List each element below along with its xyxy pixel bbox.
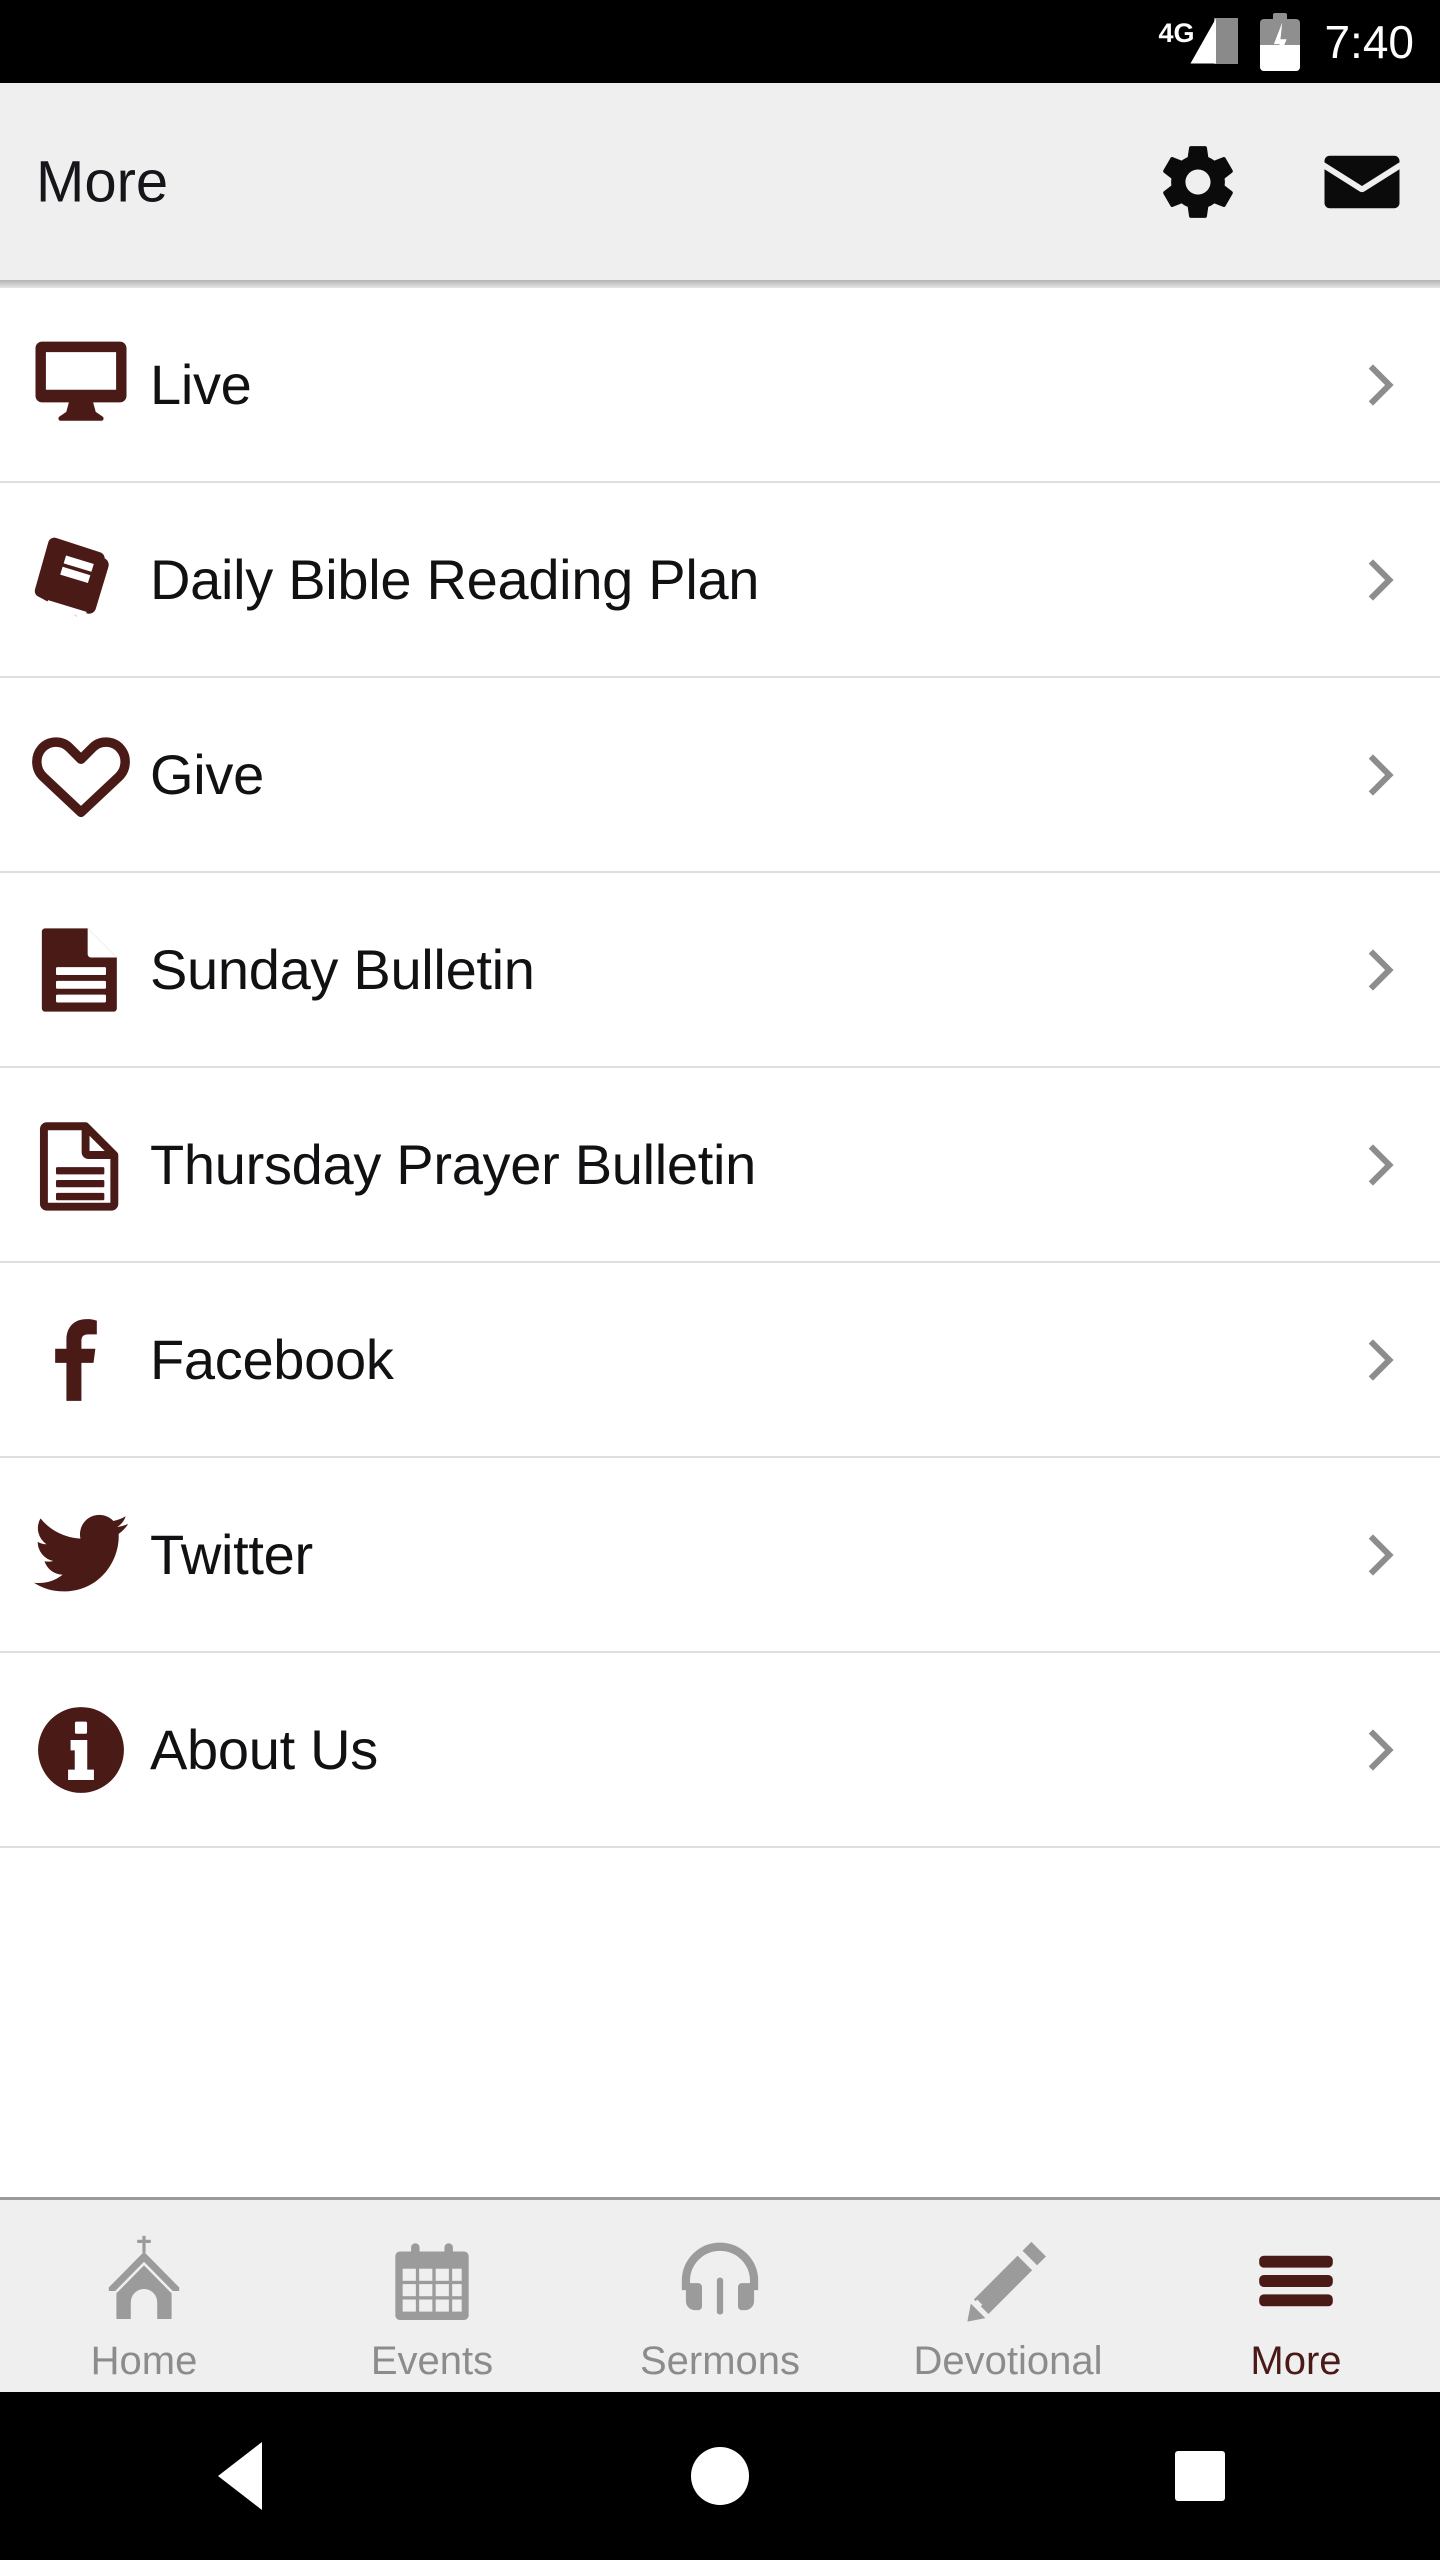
- tab-label: Sermons: [639, 2339, 801, 2383]
- list-item-label: Twitter: [150, 1523, 313, 1586]
- chevron-right-icon: [1368, 753, 1394, 796]
- row-icon: [0, 287, 150, 482]
- page-title: More: [36, 149, 169, 214]
- tab-devotional[interactable]: Devotional: [864, 2200, 1152, 2392]
- tab-home[interactable]: Home: [0, 2200, 288, 2392]
- list-item-label: Daily Bible Reading Plan: [150, 548, 760, 611]
- row-icon: [0, 1652, 150, 1847]
- list-item-label: Live: [150, 353, 252, 416]
- row-chevron: [1320, 747, 1440, 803]
- twitter-icon: [33, 1514, 129, 1591]
- headphones-icon: [681, 2242, 759, 2315]
- church-icon: [108, 2235, 180, 2319]
- row-icon: [0, 1262, 150, 1457]
- row-chevron: [1320, 1722, 1440, 1778]
- tab-label: Home: [90, 2339, 198, 2383]
- system-home-button[interactable]: [620, 2392, 820, 2560]
- list-item-label: Give: [150, 743, 264, 806]
- chevron-right-icon: [1368, 948, 1394, 991]
- list-item[interactable]: Daily Bible Reading Plan: [0, 483, 1440, 678]
- hamburger-icon: [1259, 2255, 1333, 2307]
- info-circle-icon: [38, 1706, 124, 1793]
- list-item[interactable]: Live: [0, 288, 1440, 483]
- document-outline-icon: [39, 1121, 119, 1211]
- battery-charging-icon: [1260, 12, 1301, 71]
- settings-button[interactable]: [1152, 136, 1244, 228]
- network-type-label: 4G: [1158, 17, 1195, 48]
- pencil-icon: [967, 2241, 1046, 2322]
- row-chevron: [1320, 1332, 1440, 1388]
- home-circle-icon: [691, 2447, 749, 2505]
- tab-sermons[interactable]: Sermons: [576, 2200, 864, 2392]
- row-icon: [0, 677, 150, 872]
- document-filled-icon: [41, 927, 117, 1012]
- list-item-label: Thursday Prayer Bulletin: [150, 1133, 756, 1196]
- row-chevron: [1320, 357, 1440, 413]
- tab-icon: [388, 2219, 476, 2327]
- list-item[interactable]: Thursday Prayer Bulletin: [0, 1068, 1440, 1263]
- list-item-label: About Us: [150, 1718, 378, 1781]
- list-item-label: Facebook: [150, 1328, 394, 1391]
- heart-outline-icon: [32, 736, 130, 817]
- tab-icon: [96, 2219, 192, 2327]
- row-icon: [0, 1457, 150, 1652]
- tab-icon: [962, 2219, 1054, 2327]
- row-icon: [0, 872, 150, 1067]
- envelope-icon: [1324, 155, 1400, 208]
- system-back-button[interactable]: [140, 2392, 340, 2560]
- list-item[interactable]: Sunday Bulletin: [0, 873, 1440, 1068]
- back-triangle-icon: [218, 2442, 262, 2510]
- list-item[interactable]: About Us: [0, 1653, 1440, 1848]
- book-icon: [34, 537, 109, 618]
- chevron-right-icon: [1368, 363, 1394, 406]
- tab-events[interactable]: Events: [288, 2200, 576, 2392]
- list-item[interactable]: Give: [0, 678, 1440, 873]
- app-header: More: [0, 83, 1440, 280]
- header-actions: [1152, 136, 1408, 228]
- chevron-right-icon: [1368, 1533, 1394, 1576]
- tab-label: Devotional: [913, 2339, 1103, 2383]
- bottom-tab-bar: Home Events Sermons Devotional More: [0, 2197, 1440, 2392]
- list-item[interactable]: Facebook: [0, 1263, 1440, 1458]
- row-chevron: [1320, 1527, 1440, 1583]
- facebook-icon: [55, 1318, 98, 1401]
- signal-triangle: [1190, 16, 1239, 64]
- calendar-icon: [395, 2243, 469, 2321]
- app-screen: 4G 7:40 More Live Daily Bible Reading Pl…: [0, 0, 1440, 2560]
- chevron-right-icon: [1368, 558, 1394, 601]
- chevron-right-icon: [1368, 1143, 1394, 1186]
- status-bar: 4G 7:40: [0, 0, 1440, 83]
- more-menu-list: Live Daily Bible Reading Plan Give Sunda…: [0, 288, 1440, 1848]
- gear-icon: [1163, 145, 1233, 218]
- system-navigation-bar: [0, 2392, 1440, 2560]
- chevron-right-icon: [1368, 1728, 1394, 1771]
- tab-more[interactable]: More: [1152, 2200, 1440, 2392]
- row-chevron: [1320, 942, 1440, 998]
- row-chevron: [1320, 1137, 1440, 1193]
- signal-bars-icon: 4G: [1158, 16, 1239, 68]
- tab-icon: [1250, 2219, 1342, 2327]
- tab-label: More: [1250, 2339, 1342, 2383]
- list-item-label: Sunday Bulletin: [150, 938, 535, 1001]
- row-icon: [0, 1067, 150, 1262]
- monitor-icon: [35, 341, 127, 421]
- status-bar-clock: 7:40: [1324, 15, 1414, 68]
- mail-button[interactable]: [1316, 136, 1408, 228]
- tab-icon: [673, 2219, 767, 2327]
- recents-square-icon: [1175, 2451, 1225, 2501]
- system-recents-button[interactable]: [1100, 2392, 1300, 2560]
- list-item[interactable]: Twitter: [0, 1458, 1440, 1653]
- row-chevron: [1320, 552, 1440, 608]
- tab-label: Events: [370, 2339, 494, 2383]
- chevron-right-icon: [1368, 1338, 1394, 1381]
- row-icon: [0, 482, 150, 677]
